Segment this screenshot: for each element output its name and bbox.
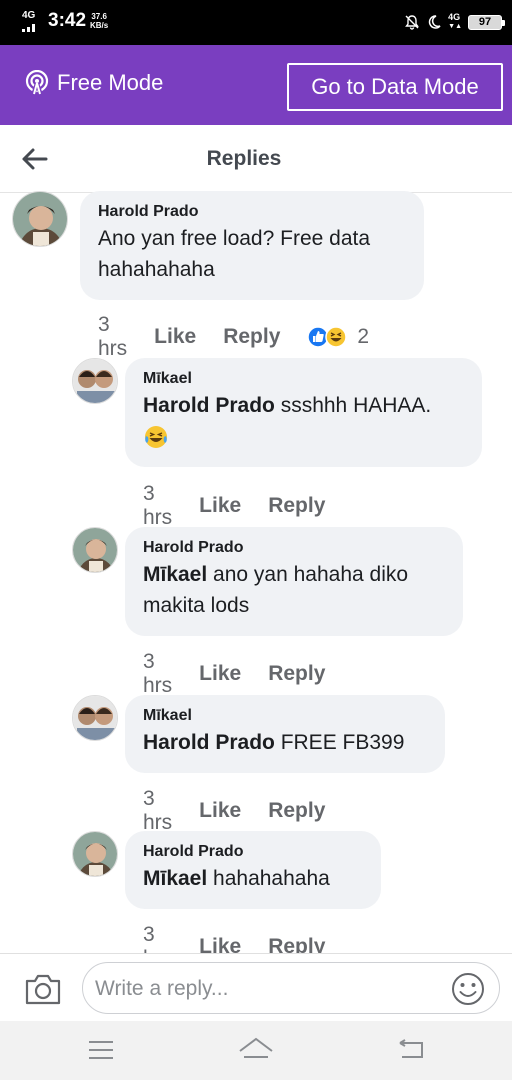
reaction-count: 2 [357, 325, 370, 348]
comment-actions: 3 hrs Like Reply [143, 787, 352, 835]
comment-bubble[interactable]: Harold Prado Mīkael ano yan hahaha diko … [125, 527, 463, 636]
comment-text: Ano yan free load? Free data hahahahaha [98, 227, 371, 281]
comment-author[interactable]: Harold Prado [143, 841, 363, 863]
reply-button[interactable]: Reply [223, 325, 280, 349]
page-title: Replies [206, 147, 282, 170]
like-button[interactable]: Like [199, 799, 241, 823]
comment-text-body: FREE FB399 [274, 731, 405, 754]
camera-icon[interactable] [24, 972, 62, 1006]
laugh-reaction-icon [325, 326, 348, 348]
free-mode-banner: Free Mode Go to Data Mode [0, 45, 512, 125]
speed-value: 37.6 [91, 12, 107, 21]
avatar[interactable] [12, 191, 68, 247]
avatar[interactable] [72, 695, 118, 741]
free-mode-label: Free Mode [57, 70, 164, 95]
comment-bubble[interactable]: Mīkael Harold Prado ssshhh HAHAA. [125, 358, 482, 467]
laughing-tears-emoji [145, 426, 167, 449]
comment-actions: 3 hrs Like Reply [143, 482, 352, 530]
status-bar: 4G 3:42 37.6 KB/s 4G ▼▲ 97 [0, 0, 512, 45]
comment-time: 3 hrs [143, 650, 173, 697]
comment-bubble[interactable]: Harold Prado Mīkael hahahahaha [125, 831, 381, 909]
comment-actions: 3 hrs Like Reply 2 [98, 313, 396, 361]
go-to-data-mode-button[interactable]: Go to Data Mode [287, 63, 503, 111]
mention-link[interactable]: Mīkael [143, 867, 207, 890]
mention-link[interactable]: Mīkael [143, 563, 207, 586]
data-arrows-icon: ▼▲ [448, 23, 462, 30]
comment-text: Mīkael ano yan hahaha diko makita lods [143, 559, 445, 621]
like-button[interactable]: Like [199, 494, 241, 518]
comment-actions: 3 hrs Like Reply [143, 650, 352, 698]
comment-author[interactable]: Harold Prado [98, 201, 406, 223]
comment-text-body: hahahahaha [207, 867, 330, 890]
home-icon[interactable] [238, 1035, 274, 1065]
comment-text-body: ssshhh HAHAA. [274, 394, 432, 417]
signal-icon [22, 24, 36, 32]
network-type-right: 4G ▼▲ [448, 13, 462, 31]
network-type: 4G [22, 10, 36, 21]
like-button[interactable]: Like [199, 662, 241, 686]
network-label: 4G [448, 12, 461, 22]
speed-unit: KB/s [90, 21, 109, 30]
replies-header: Replies [0, 125, 512, 193]
reply-button[interactable]: Reply [268, 494, 325, 518]
system-nav-bar [0, 1021, 512, 1080]
moon-icon [428, 15, 441, 29]
reply-button[interactable]: Reply [268, 799, 325, 823]
comment-author[interactable]: Harold Prado [143, 537, 445, 559]
avatar[interactable] [72, 527, 118, 573]
reply-composer: Write a reply... [0, 953, 512, 1021]
comment-author[interactable]: Mīkael [143, 368, 464, 390]
network-speed: 37.6 KB/s [90, 12, 108, 30]
reply-input[interactable]: Write a reply... [82, 962, 500, 1014]
comment-text: Harold Prado FREE FB399 [143, 727, 427, 758]
comment-text: Harold Prado ssshhh HAHAA. [143, 390, 464, 452]
silent-bell-icon [405, 15, 420, 30]
reply-placeholder: Write a reply... [95, 977, 229, 1000]
comment-bubble[interactable]: Mīkael Harold Prado FREE FB399 [125, 695, 445, 773]
like-button[interactable]: Like [154, 325, 196, 349]
comment-text: Mīkael hahahahaha [143, 863, 363, 894]
comment-time: 3 hrs [143, 787, 173, 834]
comment-time: 3 hrs [98, 313, 128, 360]
broadcast-icon [25, 70, 49, 96]
emoji-icon[interactable] [451, 972, 485, 1006]
comment-bubble[interactable]: Harold Prado Ano yan free load? Free dat… [80, 191, 424, 300]
reactions[interactable] [307, 326, 348, 348]
comment-author[interactable]: Mīkael [143, 705, 427, 727]
menu-icon[interactable] [88, 1039, 114, 1061]
mention-link[interactable]: Harold Prado [143, 394, 275, 417]
comment-time: 3 hrs [143, 482, 173, 529]
mention-link[interactable]: Harold Prado [143, 731, 275, 754]
avatar[interactable] [72, 358, 118, 404]
status-icons: 4G ▼▲ 97 [404, 11, 505, 33]
battery-icon: 97 [468, 14, 505, 30]
reply-button[interactable]: Reply [268, 662, 325, 686]
clock: 3:42 [48, 10, 87, 31]
avatar[interactable] [72, 831, 118, 877]
back-icon[interactable] [398, 1039, 426, 1061]
